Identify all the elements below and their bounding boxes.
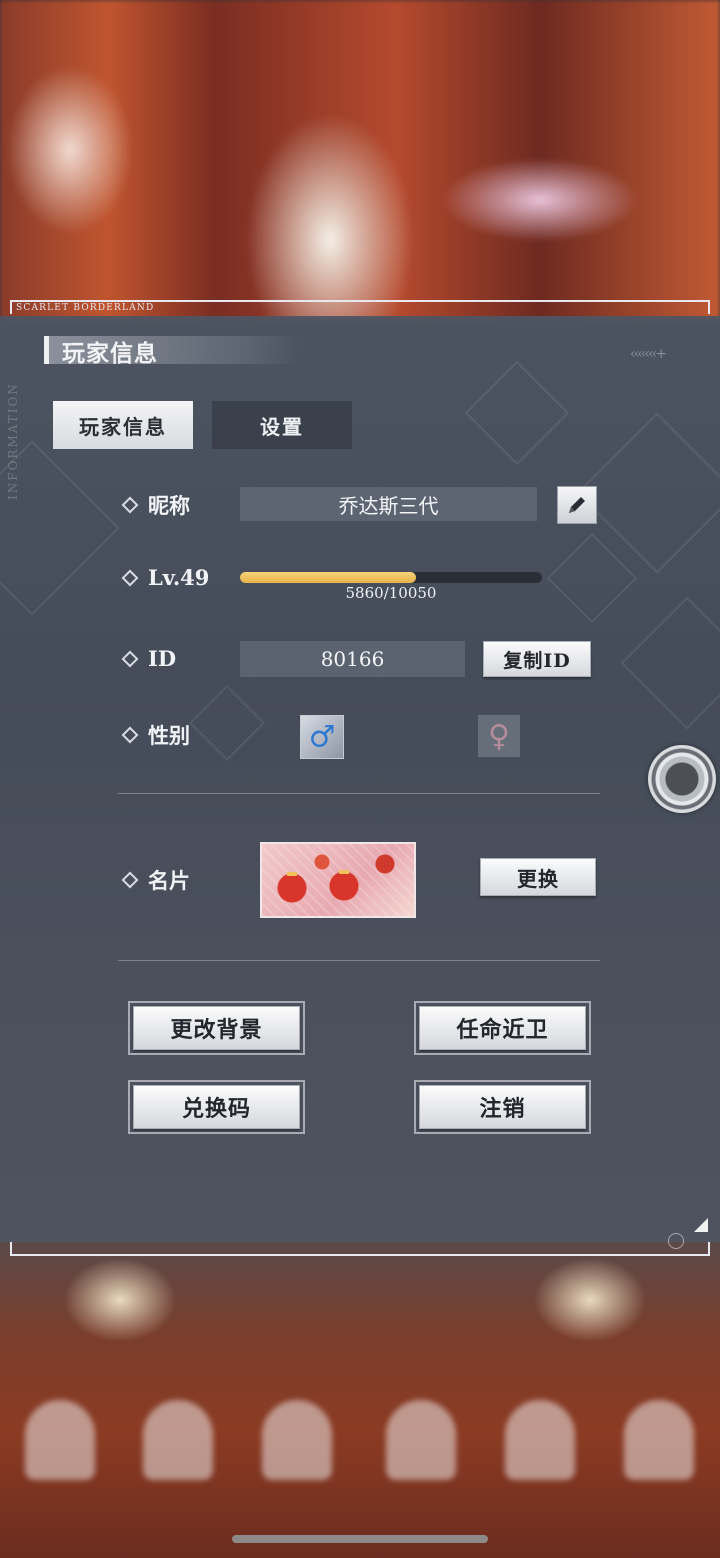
nickname-field: 乔达斯三代 [240, 487, 537, 521]
dock-item[interactable] [143, 1400, 213, 1480]
deco-diamond [620, 596, 720, 730]
xp-progress-fill [240, 572, 417, 583]
level-label: Lv.49 [148, 565, 210, 590]
pencil-icon [569, 497, 585, 513]
dock-item[interactable] [624, 1400, 694, 1480]
frame-top-line [10, 300, 710, 302]
diamond-bullet-icon [121, 650, 139, 667]
appoint-guard-button[interactable]: 任命近卫 [414, 1001, 591, 1055]
copy-id-button[interactable]: 复制ID [483, 641, 591, 677]
gender-female-option[interactable]: ♀ [478, 715, 520, 757]
background-scene-top [0, 0, 720, 320]
namecard-label: 名片 [148, 868, 190, 893]
tab-settings[interactable]: 设置 [212, 401, 352, 449]
dock-item[interactable] [505, 1400, 575, 1480]
joystick-icon[interactable] [648, 745, 716, 813]
redeem-code-button[interactable]: 兑换码 [128, 1080, 305, 1134]
frame-brand-text: SCARLET BORDERLAND [16, 303, 155, 313]
frame-top-tick [10, 300, 12, 314]
nickname-row: 昵称 [121, 490, 190, 520]
male-icon: ♂ [308, 719, 336, 755]
gender-male-option[interactable]: ♂ [300, 715, 344, 759]
diamond-bullet-icon [121, 726, 139, 744]
id-row: ID [121, 646, 177, 671]
deco-diamond [464, 360, 570, 466]
xp-progress-bar [240, 572, 542, 583]
frame-bottom-tick [10, 1242, 12, 1256]
edit-nickname-button[interactable] [557, 486, 597, 524]
panel-decoration [0, 316, 720, 1242]
diamond-bullet-icon [121, 871, 139, 889]
frame-bottom-tick [708, 1242, 710, 1256]
namecard-preview [260, 842, 416, 918]
id-field: 80166 [240, 641, 465, 677]
nickname-label: 昵称 [148, 493, 190, 518]
deco-diamond [188, 684, 266, 762]
id-label: ID [148, 646, 177, 671]
xp-progress-text: 5860/10050 [345, 584, 437, 602]
corner-triangle-icon [694, 1218, 708, 1232]
side-vertical-text: INFORMATION [6, 382, 20, 500]
player-info-panel [0, 316, 720, 1242]
dock-item[interactable] [386, 1400, 456, 1480]
change-background-button[interactable]: 更改背景 [128, 1001, 305, 1055]
dock-item[interactable] [262, 1400, 332, 1480]
namecard-row: 名片 [121, 865, 190, 895]
diamond-bullet-icon [121, 569, 139, 586]
gender-label: 性别 [148, 723, 190, 748]
chevrons-decoration: ‹‹‹‹‹‹‹+ [630, 346, 667, 362]
dock-item[interactable] [25, 1400, 95, 1480]
divider [118, 960, 600, 961]
change-namecard-button[interactable]: 更换 [480, 858, 596, 896]
deco-diamond [546, 532, 638, 624]
frame-bottom-line [10, 1254, 710, 1256]
page-title: 玩家信息 [62, 340, 158, 367]
logout-button[interactable]: 注销 [414, 1080, 591, 1134]
crosshair-icon [668, 1233, 684, 1249]
frame-top-tick [708, 300, 710, 314]
home-indicator[interactable] [232, 1535, 488, 1543]
lantern-cap [339, 870, 349, 874]
female-icon: ♀ [488, 718, 510, 754]
tab-player-info[interactable]: 玩家信息 [53, 401, 193, 449]
lantern-cap [287, 872, 297, 876]
diamond-bullet-icon [121, 496, 139, 514]
gender-row: 性别 [121, 720, 190, 750]
bottom-dock [0, 1390, 720, 1500]
divider [118, 793, 600, 794]
level-row: Lv.49 [121, 565, 210, 590]
